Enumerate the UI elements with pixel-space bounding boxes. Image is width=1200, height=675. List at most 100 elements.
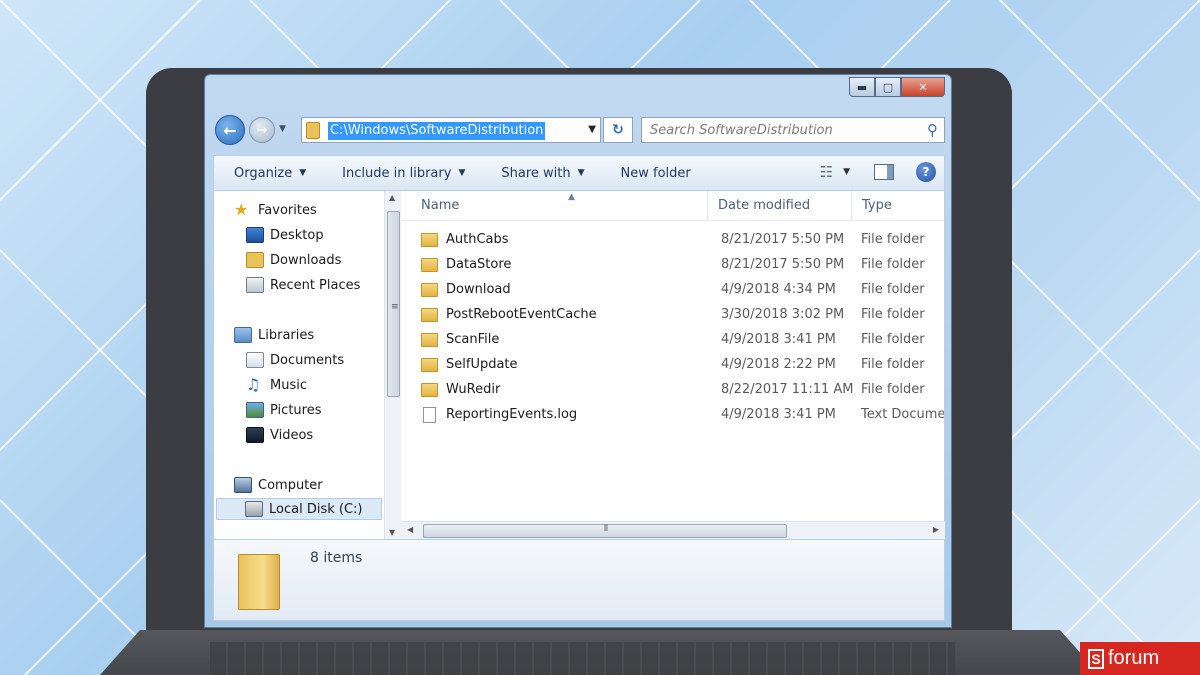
pictures-icon xyxy=(246,402,264,418)
preview-pane-icon[interactable] xyxy=(874,164,894,180)
brand-letter: S xyxy=(1088,648,1104,669)
file-date: 8/21/2017 5:50 PM xyxy=(721,257,845,272)
nav-desktop-label: Desktop xyxy=(270,227,324,243)
text-file-icon xyxy=(423,406,436,423)
address-row: ← → ▼ C:\Windows\SoftwareDistribution ▼ … xyxy=(215,115,945,145)
file-row[interactable]: ReportingEvents.log 4/9/2018 3:41 PM Tex… xyxy=(401,402,945,427)
address-path[interactable]: C:\Windows\SoftwareDistribution xyxy=(328,122,546,140)
file-type: File folder xyxy=(861,232,925,247)
change-view-icon[interactable]: ☷ xyxy=(820,163,833,181)
grip-icon: ⦀ xyxy=(604,524,608,534)
nav-local-disk[interactable]: Local Disk (C:) xyxy=(216,498,382,520)
nav-libraries[interactable]: Libraries xyxy=(234,324,314,346)
new-folder-button[interactable]: New folder xyxy=(621,166,691,181)
nav-local-disk-label: Local Disk (C:) xyxy=(269,501,363,517)
chevron-down-icon: ▼ xyxy=(577,168,585,178)
column-date-modified[interactable]: Date modified xyxy=(707,191,845,221)
file-type: File folder xyxy=(861,382,925,397)
file-name-cell: ReportingEvents.log xyxy=(421,402,577,427)
nav-favorites[interactable]: ★ Favorites xyxy=(234,199,317,221)
scroll-right-icon[interactable]: ▶ xyxy=(933,525,939,534)
nav-recent-places[interactable]: Recent Places xyxy=(246,274,360,296)
folder-icon xyxy=(421,382,438,397)
scroll-left-icon[interactable]: ◀ xyxy=(407,525,413,534)
file-type: File folder xyxy=(861,282,925,297)
file-row[interactable]: Download 4/9/2018 4:34 PM File folder xyxy=(401,277,944,302)
horizontal-scrollbar[interactable]: ◀ ⦀ ▶ xyxy=(401,521,945,539)
file-name-cell: ScanFile xyxy=(421,327,499,352)
file-row[interactable]: PostRebootEventCache 3/30/2018 3:02 PM F… xyxy=(401,302,944,327)
column-header-row: Name ▲ Date modified Type xyxy=(401,191,944,221)
nav-pane-scrollbar[interactable]: ▲ ≡ ▼ xyxy=(384,191,401,539)
nav-documents[interactable]: Documents xyxy=(246,349,344,371)
downloads-folder-icon xyxy=(246,252,264,268)
column-name-label: Name xyxy=(421,198,460,213)
file-name-cell: Download xyxy=(421,277,511,302)
nav-pictures[interactable]: Pictures xyxy=(246,399,321,421)
nav-downloads[interactable]: Downloads xyxy=(246,249,341,271)
folder-icon xyxy=(306,122,320,139)
nav-computer[interactable]: Computer xyxy=(234,474,323,496)
refresh-button[interactable]: ↻ xyxy=(603,117,633,143)
share-with-button[interactable]: Share with ▼ xyxy=(501,166,584,181)
file-type: File folder xyxy=(861,332,925,347)
organize-label: Organize xyxy=(234,165,293,181)
brand-logo: S forum xyxy=(1080,642,1200,675)
nav-desktop[interactable]: Desktop xyxy=(246,224,324,246)
column-date-label: Date modified xyxy=(718,198,811,213)
help-icon[interactable]: ? xyxy=(916,162,936,182)
file-row[interactable]: AuthCabs 8/21/2017 5:50 PM File folder xyxy=(401,227,944,252)
back-button[interactable]: ← xyxy=(215,115,245,145)
file-row[interactable]: WuRedir 8/22/2017 11:11 AM File folder xyxy=(401,377,944,402)
column-type[interactable]: Type xyxy=(851,191,944,221)
maximize-button[interactable]: ▢ xyxy=(875,77,901,97)
file-type: File folder xyxy=(861,357,925,372)
folder-icon xyxy=(421,232,438,247)
nav-libraries-label: Libraries xyxy=(258,327,315,343)
file-name-cell: WuRedir xyxy=(421,377,500,402)
minimize-button[interactable]: ▬ xyxy=(849,77,875,97)
laptop-keyboard xyxy=(210,642,955,675)
scroll-up-icon[interactable]: ▲ xyxy=(389,193,395,202)
arrow-right-icon: → xyxy=(256,122,268,138)
include-in-library-button[interactable]: Include in library ▼ xyxy=(342,166,465,181)
address-bar[interactable]: C:\Windows\SoftwareDistribution ▼ xyxy=(301,117,601,143)
file-name-cell: PostRebootEventCache xyxy=(421,302,597,327)
file-date: 3/30/2018 3:02 PM xyxy=(721,307,845,322)
grip-icon: ≡ xyxy=(391,302,399,312)
file-row[interactable]: DataStore 8/21/2017 5:50 PM File folder xyxy=(401,252,944,277)
file-type: Text Documen xyxy=(861,407,945,422)
close-button[interactable]: ✕ xyxy=(901,77,945,97)
caption-buttons: ▬ ▢ ✕ xyxy=(849,77,945,97)
scrollbar-thumb[interactable]: ⦀ xyxy=(423,524,787,538)
folder-icon xyxy=(421,332,438,347)
address-dropdown-icon[interactable]: ▼ xyxy=(588,124,596,135)
command-bar: Organize ▼ Include in library ▼ Share with… xyxy=(213,155,945,191)
view-options-dropdown[interactable]: ▼ xyxy=(843,167,850,177)
file-name: ScanFile xyxy=(446,332,500,347)
navigation-pane: ★ Favorites Desktop Downloads Recent Plac… xyxy=(213,191,401,539)
nav-documents-label: Documents xyxy=(270,352,345,368)
refresh-icon: ↻ xyxy=(612,122,624,138)
forward-button[interactable]: → xyxy=(249,117,275,143)
search-input[interactable] xyxy=(642,118,912,142)
file-name-cell: DataStore xyxy=(421,252,511,277)
search-box[interactable]: ⚲ xyxy=(641,117,945,143)
scroll-down-icon[interactable]: ▼ xyxy=(389,528,395,537)
file-type: File folder xyxy=(861,257,925,272)
file-row[interactable]: ScanFile 4/9/2018 3:41 PM File folder xyxy=(401,327,944,352)
recent-pages-dropdown[interactable]: ▼ xyxy=(279,124,286,134)
nav-videos[interactable]: Videos xyxy=(246,424,313,446)
desktop-icon xyxy=(246,227,264,243)
nav-music-label: Music xyxy=(270,377,307,393)
organize-button[interactable]: Organize ▼ xyxy=(234,166,306,181)
scrollbar-thumb[interactable]: ≡ xyxy=(387,211,400,397)
new-folder-label: New folder xyxy=(620,165,691,181)
view-controls: ☷ ▼ ? xyxy=(820,162,936,182)
folder-icon xyxy=(421,282,438,297)
hard-disk-icon xyxy=(245,501,263,517)
nav-music[interactable]: ♫ Music xyxy=(246,374,307,396)
column-name[interactable]: Name ▲ xyxy=(411,191,707,221)
search-icon[interactable]: ⚲ xyxy=(927,121,938,139)
file-row[interactable]: SelfUpdate 4/9/2018 2:22 PM File folder xyxy=(401,352,944,377)
